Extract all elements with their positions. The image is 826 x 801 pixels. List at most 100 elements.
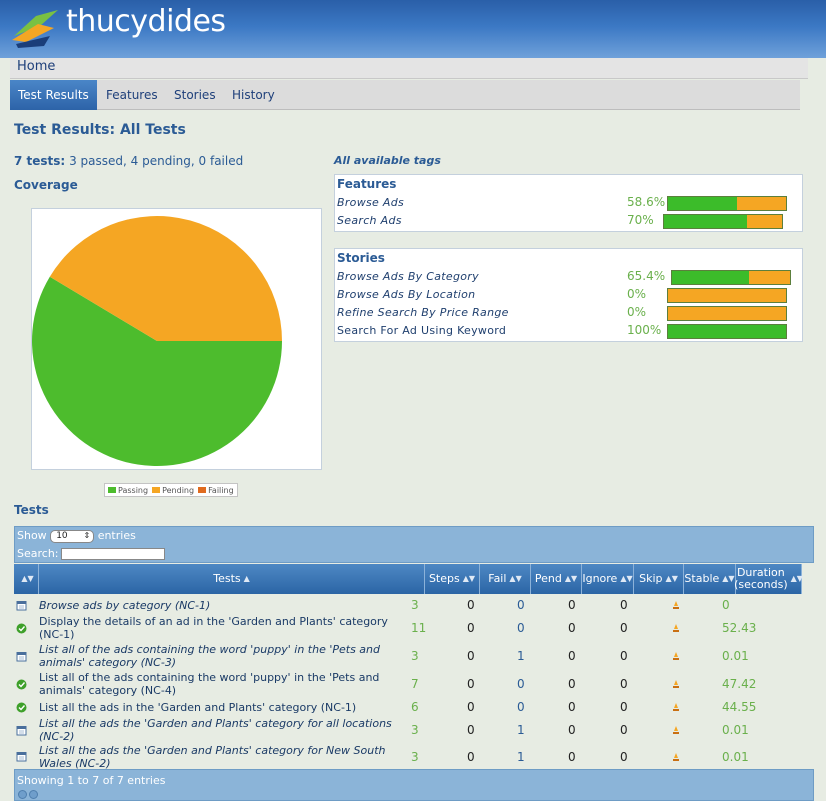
cell-skip: 0: [620, 749, 628, 764]
features-box: Features Browse Ads 58.6% Search Ads 70%: [334, 174, 803, 232]
tag-link[interactable]: Refine Search By Price Range: [337, 306, 509, 319]
tab-features[interactable]: Features: [106, 80, 158, 110]
cell-skip: 0: [620, 700, 628, 714]
cell-steps: 3: [411, 749, 419, 764]
cell-fail: 0: [467, 598, 475, 612]
features-title: Features: [337, 177, 397, 191]
tag-row-browse-by-category: Browse Ads By Category 65.4%: [337, 268, 797, 286]
table-footer: Showing 1 to 7 of 7 entries: [14, 769, 814, 801]
legend-item-passing: Passing: [108, 486, 148, 495]
cell-skip: 0: [620, 649, 628, 663]
tag-link[interactable]: Browse Ads: [337, 196, 404, 209]
cell-fail: 0: [467, 621, 475, 635]
app-header: thucydides: [0, 0, 826, 58]
test-title-link[interactable]: List all the ads in the 'Garden and Plan…: [39, 698, 409, 716]
passed-count-link[interactable]: 3 passed: [69, 154, 123, 168]
test-title-link[interactable]: List all of the ads containing the word …: [39, 642, 409, 670]
stability-icon: [673, 726, 679, 734]
stories-title: Stories: [337, 251, 385, 265]
cell-duration: 47.42: [722, 677, 757, 691]
main-nav: Test Results Features Stories History: [10, 80, 800, 110]
page-body: Home Test Results Features Stories Histo…: [0, 58, 826, 801]
column-header-steps[interactable]: Steps ▲▼: [425, 564, 480, 594]
cell-pend: 1: [517, 649, 525, 663]
stability-icon: [673, 624, 679, 632]
search-control: Search:: [17, 547, 165, 560]
previous-page-button[interactable]: [18, 790, 27, 799]
stability-icon: [673, 601, 679, 609]
table-row: List all the ads the 'Garden and Plants'…: [14, 716, 802, 744]
cell-steps: 3: [411, 649, 419, 663]
tag-percent: 58.6%: [627, 195, 666, 209]
cell-ignore: 0: [568, 621, 576, 635]
column-header-ignore[interactable]: Ignore ▲▼: [582, 564, 634, 594]
table-info: Showing 1 to 7 of 7 entries: [17, 774, 166, 787]
thucydides-logo-icon: [12, 10, 58, 48]
chart-legend: Passing Pending Failing: [104, 483, 238, 497]
table-row: Display the details of an ad in the 'Gar…: [14, 614, 802, 642]
pending-calendar-icon: [16, 600, 27, 610]
cell-fail: 0: [467, 649, 475, 663]
cell-fail: 0: [467, 700, 475, 714]
column-header-stable[interactable]: Stable ▲▼: [684, 564, 736, 594]
next-page-button[interactable]: [29, 790, 38, 799]
stability-icon: [673, 680, 679, 688]
cell-duration: 0.01: [722, 649, 749, 663]
entries-select[interactable]: 10: [50, 529, 95, 543]
passed-check-icon: [16, 679, 27, 689]
coverage-chart: [31, 208, 322, 470]
test-title-link[interactable]: Browse ads by category (NC-1): [39, 596, 409, 614]
passed-check-icon: [16, 623, 27, 633]
test-title-link[interactable]: List all of the ads containing the word …: [39, 670, 409, 698]
column-header-status[interactable]: ▲▼: [14, 564, 39, 594]
tag-link[interactable]: Search Ads: [337, 214, 402, 227]
tag-link[interactable]: Browse Ads By Category: [337, 270, 479, 283]
test-title-link[interactable]: List all the ads the 'Garden and Plants'…: [39, 716, 409, 744]
tab-stories[interactable]: Stories: [174, 80, 216, 110]
cell-skip: 0: [620, 677, 628, 691]
tag-progress-bar: [667, 324, 787, 339]
cell-duration: 44.55: [722, 700, 757, 714]
test-count: 7 tests:: [14, 154, 66, 168]
column-header-pend[interactable]: Pend ▲▼: [531, 564, 582, 594]
tag-percent: 65.4%: [627, 269, 666, 283]
cell-ignore: 0: [568, 649, 576, 663]
pending-calendar-icon: [16, 725, 27, 735]
cell-steps: 3: [411, 723, 419, 737]
cell-ignore: 0: [568, 598, 576, 612]
test-title-link[interactable]: List all the ads the 'Garden and Plants'…: [39, 744, 409, 770]
cell-pend: 1: [517, 749, 525, 764]
tests-heading: Tests: [14, 503, 49, 517]
cell-steps: 11: [411, 621, 427, 635]
cell-duration: 0: [722, 598, 730, 612]
progress-fill: [672, 271, 750, 284]
test-title-link[interactable]: Display the details of an ad in the 'Gar…: [39, 614, 409, 642]
cell-ignore: 0: [568, 700, 576, 714]
tag-link[interactable]: Browse Ads By Location: [337, 288, 475, 301]
column-header-fail[interactable]: Fail ▲▼: [480, 564, 531, 594]
column-header-duration[interactable]: Duration (seconds) ▲▼: [734, 564, 803, 594]
tab-history[interactable]: History: [232, 80, 275, 110]
table-controls: Show 10 entries Search:: [14, 526, 814, 563]
tag-link[interactable]: Search For Ad Using Keyword: [337, 324, 506, 337]
tag-progress-bar: [663, 214, 783, 229]
column-header-tests[interactable]: Tests ▲: [39, 564, 425, 594]
pending-calendar-icon: [16, 752, 27, 762]
stories-box: Stories Browse Ads By Category 65.4% Bro…: [334, 248, 803, 342]
coverage-pie-svg: [32, 216, 282, 466]
tab-test-results[interactable]: Test Results: [10, 80, 97, 110]
cell-skip: 0: [620, 621, 628, 635]
cell-fail: 0: [467, 749, 475, 764]
search-input[interactable]: [60, 548, 165, 560]
home-link[interactable]: Home: [17, 59, 55, 74]
tag-percent: 100%: [627, 323, 662, 337]
cell-skip: 0: [620, 723, 628, 737]
tag-progress-bar: [667, 306, 787, 321]
progress-fill: [668, 197, 738, 210]
pending-count-link[interactable]: 4 pending: [131, 154, 191, 168]
progress-fill: [664, 215, 747, 228]
tag-row-search-ads: Search Ads 70%: [337, 212, 797, 230]
cell-duration: 52.43: [722, 621, 757, 635]
column-header-skip[interactable]: Skip ▲▼: [634, 564, 684, 594]
failed-count-link[interactable]: 0 failed: [199, 154, 244, 168]
